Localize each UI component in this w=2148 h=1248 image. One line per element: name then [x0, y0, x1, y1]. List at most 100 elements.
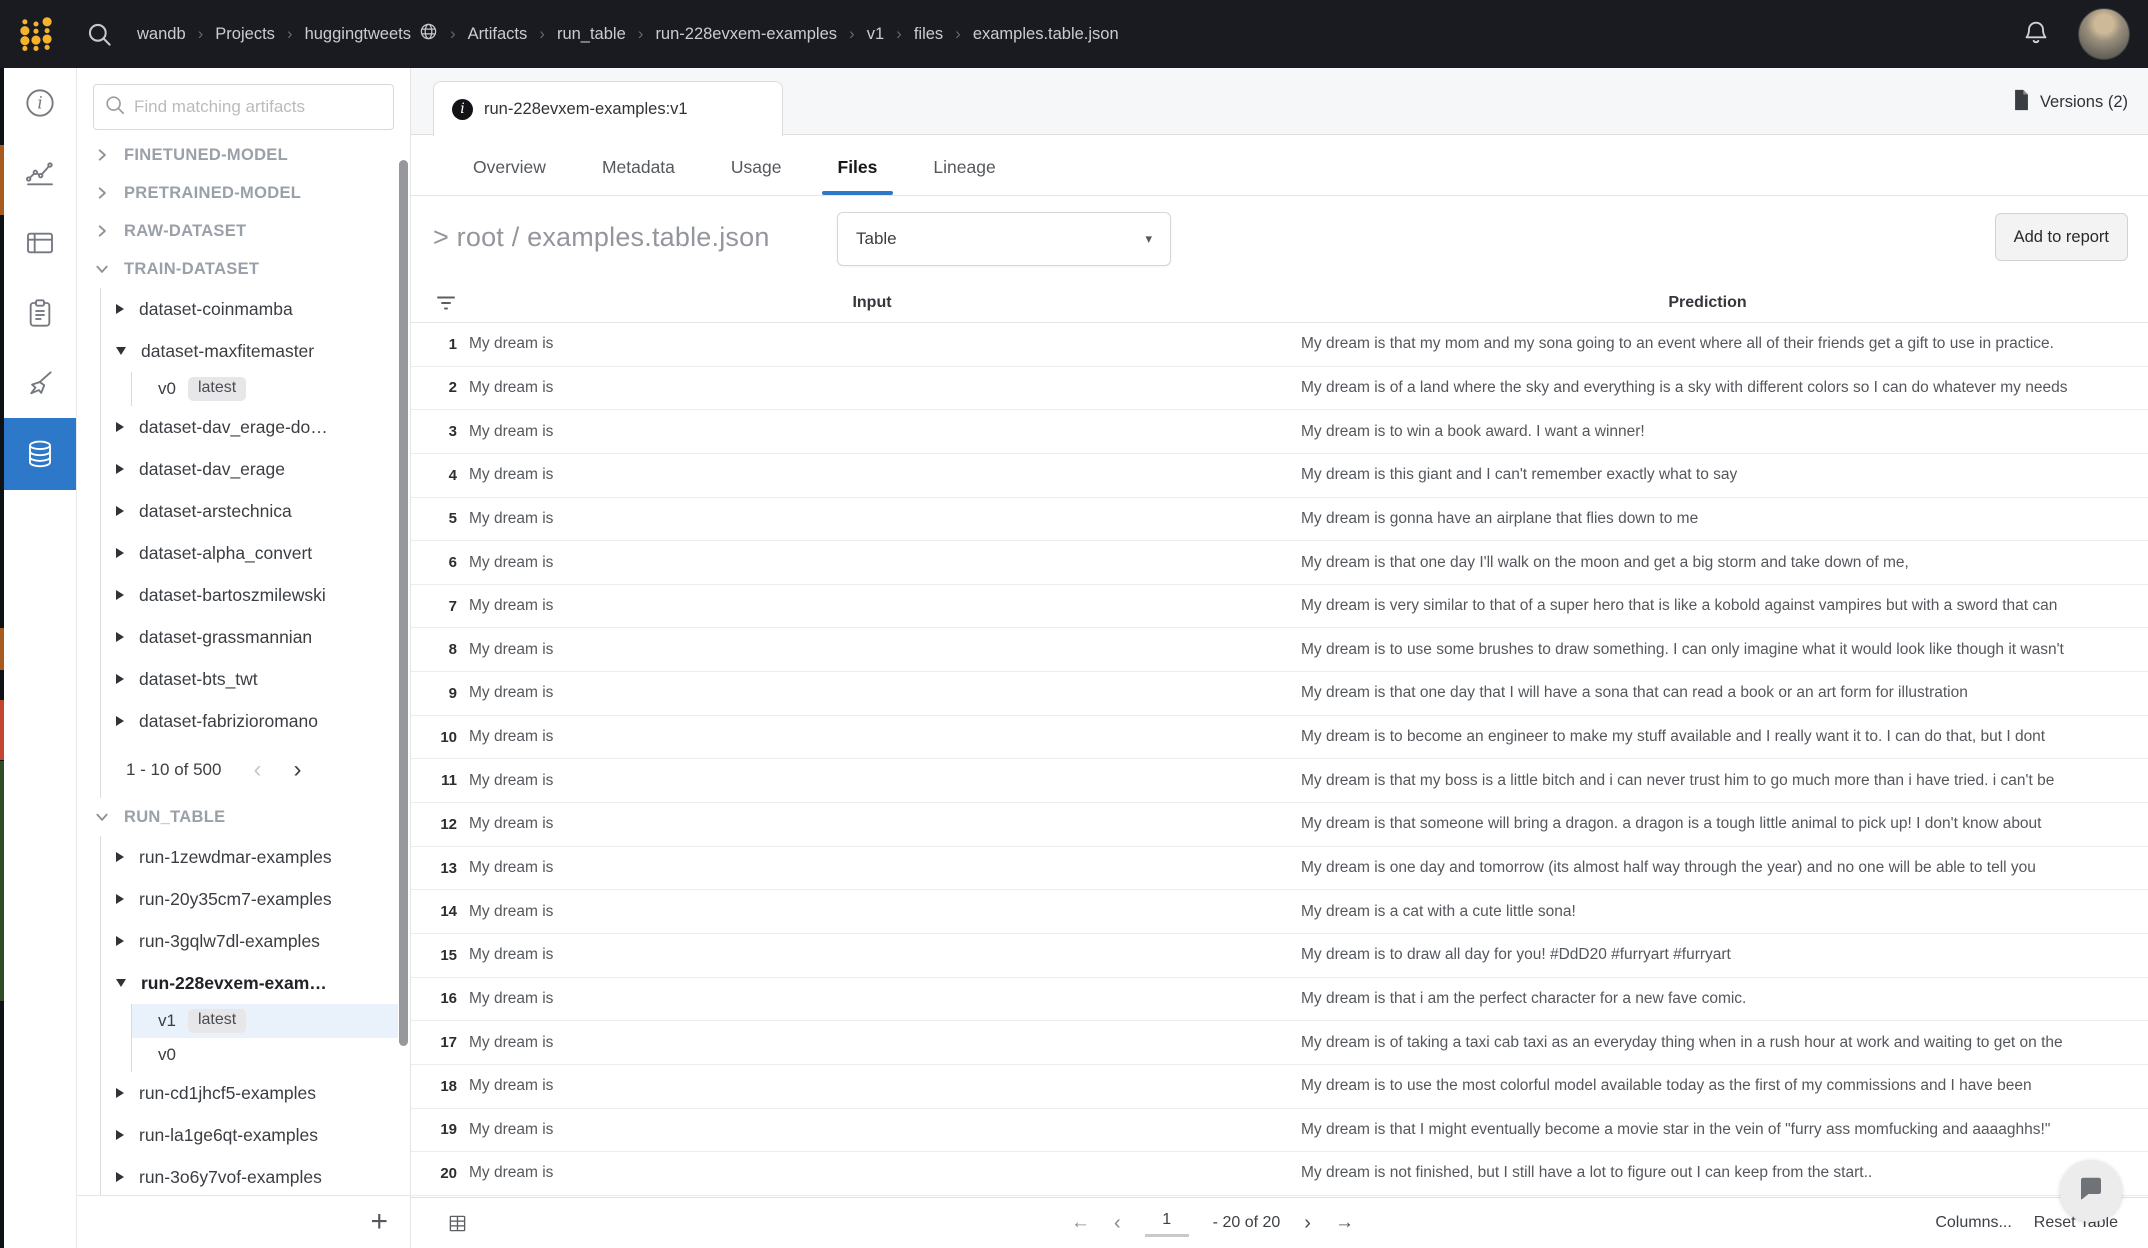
- rail-charts-icon[interactable]: [4, 138, 76, 208]
- artifact-search-input[interactable]: [132, 96, 383, 118]
- table-row[interactable]: 11 My dream is My dream is that my boss …: [411, 759, 2148, 803]
- tree-item-run[interactable]: run-cd1jhcf5-examples: [101, 1072, 410, 1114]
- artifact-version-tab[interactable]: i run-228evxem-examples:v1: [433, 81, 783, 136]
- table-row[interactable]: 9 My dream is My dream is that one day t…: [411, 672, 2148, 716]
- tree-item-run[interactable]: run-3o6y7vof-examples: [101, 1156, 410, 1198]
- tree-item-run-expanded[interactable]: run-228evxem-exam…: [101, 962, 410, 1004]
- chevron-right-icon: [95, 148, 109, 162]
- last-page-arrow-icon[interactable]: →: [1335, 1212, 1354, 1234]
- table-row[interactable]: 10 My dream is My dream is to become an …: [411, 716, 2148, 760]
- table-row[interactable]: 20 My dream is My dream is not finished,…: [411, 1152, 2148, 1196]
- next-page-chevron-icon[interactable]: ›: [1304, 1212, 1311, 1235]
- table-row[interactable]: 1 My dream is My dream is that my mom an…: [411, 323, 2148, 367]
- row-index: 20: [411, 1165, 457, 1182]
- tree-item-dataset[interactable]: dataset-arstechnica: [101, 490, 410, 532]
- version-row-selected[interactable]: v1 latest: [132, 1004, 398, 1038]
- artifact-tabs: Overview Metadata Usage Files Lineage: [411, 135, 2148, 196]
- rail-sweeps-icon[interactable]: [4, 348, 76, 418]
- tree-item-dataset-expanded[interactable]: dataset-maxfitemaster: [101, 330, 410, 372]
- sidebar-scrollbar[interactable]: [399, 160, 408, 1046]
- breadcrumb-item-run-table[interactable]: run_table: [557, 25, 626, 44]
- prev-page-chevron-icon[interactable]: ‹: [1114, 1212, 1121, 1235]
- table-row[interactable]: 5 My dream is My dream is gonna have an …: [411, 498, 2148, 542]
- user-avatar[interactable]: [2078, 8, 2130, 60]
- tree-item-dataset[interactable]: dataset-alpha_convert: [101, 532, 410, 574]
- tab-overview[interactable]: Overview: [473, 157, 546, 195]
- rail-info-icon[interactable]: i: [4, 68, 76, 138]
- table-row[interactable]: 15 My dream is My dream is to draw all d…: [411, 934, 2148, 978]
- rail-artifacts-icon[interactable]: [4, 418, 76, 490]
- sidebar-section-run-table[interactable]: RUN_TABLE: [77, 798, 410, 836]
- columns-button[interactable]: Columns...: [1935, 1214, 2011, 1232]
- table-row[interactable]: 16 My dream is My dream is that i am the…: [411, 978, 2148, 1022]
- file-path: > root / examples.table.json: [433, 222, 770, 253]
- versions-button[interactable]: Versions (2): [2012, 82, 2128, 122]
- breadcrumb-item-version[interactable]: v1: [867, 25, 884, 44]
- table-row[interactable]: 19 My dream is My dream is that I might …: [411, 1109, 2148, 1153]
- tab-files[interactable]: Files: [838, 157, 878, 195]
- sidebar-section-train-dataset[interactable]: TRAIN-DATASET: [77, 250, 410, 288]
- table-row[interactable]: 17 My dream is My dream is of taking a t…: [411, 1021, 2148, 1065]
- table-row[interactable]: 3 My dream is My dream is to win a book …: [411, 410, 2148, 454]
- table-row[interactable]: 18 My dream is My dream is to use the mo…: [411, 1065, 2148, 1109]
- first-page-arrow-icon[interactable]: ←: [1071, 1212, 1090, 1234]
- tree-item-label: run-20y35cm7-examples: [139, 889, 332, 910]
- breadcrumb-item-project[interactable]: huggingtweets: [305, 22, 438, 46]
- rail-reports-icon[interactable]: [4, 278, 76, 348]
- version-row[interactable]: v0 latest: [132, 372, 398, 406]
- tab-usage[interactable]: Usage: [731, 157, 782, 195]
- breadcrumb-item-files[interactable]: files: [914, 25, 943, 44]
- table-grid-icon[interactable]: [448, 1214, 467, 1233]
- breadcrumb-item-artifacts[interactable]: Artifacts: [468, 25, 528, 44]
- tree-item-run[interactable]: run-3gqlw7dl-examples: [101, 920, 410, 962]
- view-mode-select[interactable]: Table ▾: [837, 212, 1171, 266]
- filter-icon[interactable]: [411, 294, 457, 312]
- version-row[interactable]: v0: [132, 1038, 398, 1072]
- notifications-bell-icon[interactable]: [2022, 18, 2050, 51]
- table-row[interactable]: 12 My dream is My dream is that someone …: [411, 803, 2148, 847]
- tree-item-run[interactable]: run-la1ge6qt-examples: [101, 1114, 410, 1156]
- version-group: v0 latest: [131, 372, 410, 406]
- artifact-search[interactable]: [93, 84, 394, 130]
- support-chat-button[interactable]: [2060, 1160, 2122, 1222]
- page-number-input[interactable]: [1145, 1209, 1189, 1237]
- tree-item-dataset[interactable]: dataset-bts_twt: [101, 658, 410, 700]
- row-prediction-cell: My dream is that one day I'll walk on th…: [1287, 554, 2148, 572]
- search-icon[interactable]: [86, 21, 113, 48]
- tree-item-dataset[interactable]: dataset-fabrizioromano: [101, 700, 410, 742]
- breadcrumb-item-filename[interactable]: examples.table.json: [973, 25, 1119, 44]
- rail-panels-icon[interactable]: [4, 208, 76, 278]
- next-page-chevron[interactable]: ›: [293, 758, 301, 782]
- breadcrumb-item-artifact-name[interactable]: run-228evxem-examples: [655, 25, 837, 44]
- row-index: 2: [411, 379, 457, 396]
- prev-page-chevron[interactable]: ‹: [253, 758, 261, 782]
- table-row[interactable]: 14 My dream is My dream is a cat with a …: [411, 890, 2148, 934]
- add-to-report-button[interactable]: Add to report: [1995, 213, 2128, 261]
- row-prediction-cell: My dream is gonna have an airplane that …: [1287, 510, 2148, 528]
- add-artifact-button[interactable]: +: [370, 1207, 388, 1237]
- table-row[interactable]: 13 My dream is My dream is one day and t…: [411, 847, 2148, 891]
- table-row[interactable]: 2 My dream is My dream is of a land wher…: [411, 367, 2148, 411]
- tree-item-run[interactable]: run-1zewdmar-examples: [101, 836, 410, 878]
- table-row[interactable]: 4 My dream is My dream is this giant and…: [411, 454, 2148, 498]
- sidebar-section-pretrained-model[interactable]: PRETRAINED-MODEL: [77, 174, 410, 212]
- wandb-logo-icon[interactable]: [16, 14, 56, 54]
- table-row[interactable]: 7 My dream is My dream is very similar t…: [411, 585, 2148, 629]
- breadcrumb-item-wandb[interactable]: wandb: [137, 25, 186, 44]
- tree-item-dataset[interactable]: dataset-dav_erage-do…: [101, 406, 410, 448]
- tab-metadata[interactable]: Metadata: [602, 157, 675, 195]
- tab-lineage[interactable]: Lineage: [933, 157, 995, 195]
- breadcrumb-item-projects[interactable]: Projects: [215, 25, 275, 44]
- column-header-prediction[interactable]: Prediction: [1287, 294, 2148, 312]
- sidebar-section-raw-dataset[interactable]: RAW-DATASET: [77, 212, 410, 250]
- row-prediction-cell: My dream is that someone will bring a dr…: [1287, 815, 2148, 833]
- tree-item-dataset[interactable]: dataset-grassmannian: [101, 616, 410, 658]
- column-header-input[interactable]: Input: [457, 294, 1287, 312]
- table-row[interactable]: 8 My dream is My dream is to use some br…: [411, 628, 2148, 672]
- tree-item-dataset[interactable]: dataset-coinmamba: [101, 288, 410, 330]
- tree-item-run[interactable]: run-20y35cm7-examples: [101, 878, 410, 920]
- tree-item-dataset[interactable]: dataset-bartoszmilewski: [101, 574, 410, 616]
- sidebar-section-finetuned-model[interactable]: FINETUNED-MODEL: [77, 136, 410, 174]
- tree-item-dataset[interactable]: dataset-dav_erage: [101, 448, 410, 490]
- table-row[interactable]: 6 My dream is My dream is that one day I…: [411, 541, 2148, 585]
